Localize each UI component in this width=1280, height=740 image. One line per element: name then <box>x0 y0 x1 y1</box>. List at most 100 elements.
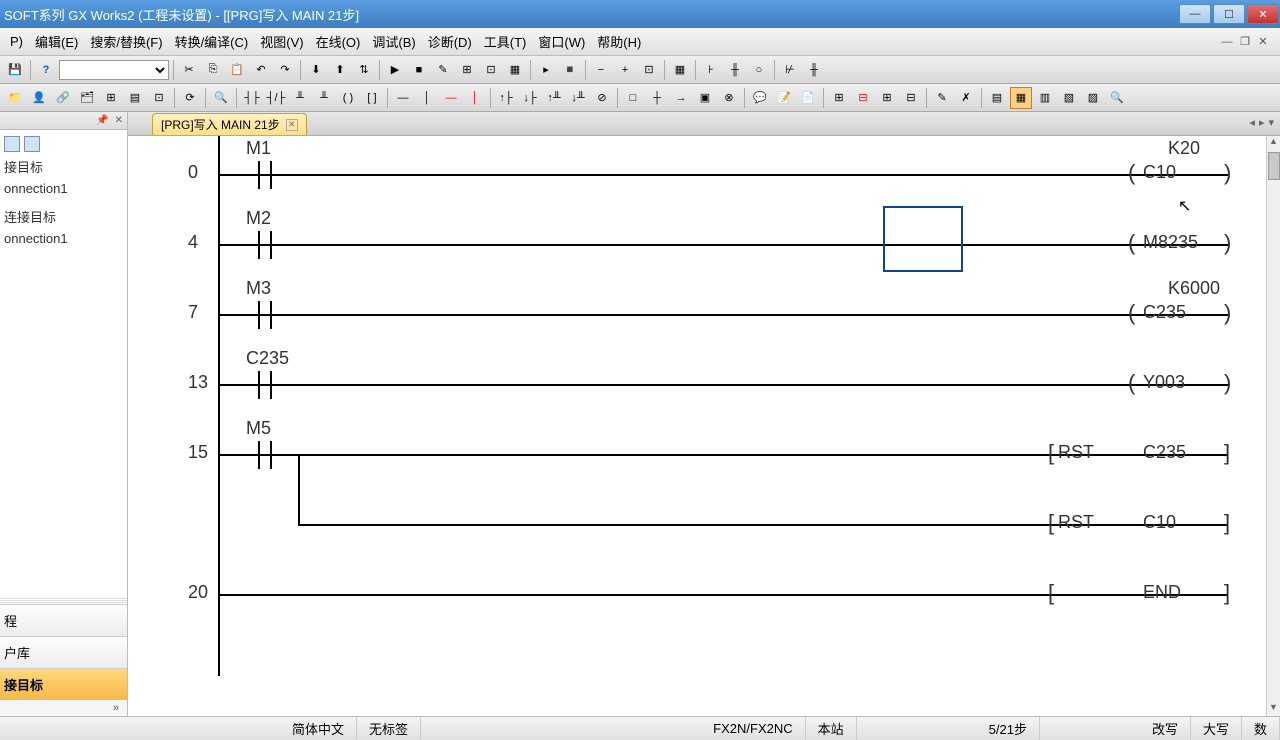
remote-run-icon[interactable]: ▸ <box>535 59 557 81</box>
device-batch-icon[interactable]: ▦ <box>504 59 526 81</box>
ladder-sf6-icon[interactable]: ╫ <box>803 59 825 81</box>
falling-or-icon[interactable]: ↓╨ <box>567 87 589 109</box>
sfc-reset-icon[interactable]: ⊗ <box>718 87 740 109</box>
tab-prg-main[interactable]: [PRG]写入 MAIN 21步 ✕ <box>152 113 307 135</box>
side-cat-connection[interactable]: 接目标 <box>0 668 127 700</box>
monitor-stop-icon[interactable]: ■ <box>408 59 430 81</box>
parameter-combo[interactable] <box>59 60 169 80</box>
menu-window[interactable]: 窗口(W) <box>532 28 591 55</box>
copy-icon[interactable]: ⎘ <box>202 59 224 81</box>
del-line-icon[interactable]: ✗ <box>955 87 977 109</box>
sfc-jump-icon[interactable]: → <box>670 87 692 109</box>
side-icon-2[interactable] <box>24 136 40 152</box>
mdi-minimize[interactable]: — <box>1220 35 1234 49</box>
inst-opcode[interactable]: RST <box>1058 442 1094 463</box>
app-inst-icon[interactable]: [ ] <box>361 87 383 109</box>
rising-or-icon[interactable]: ↑╨ <box>543 87 565 109</box>
rising-pulse-icon[interactable]: ↑├ <box>495 87 517 109</box>
vline-del-icon[interactable]: │ <box>464 87 486 109</box>
side-close-icon[interactable]: ✕ <box>115 115 123 126</box>
menu-project[interactable]: P) <box>4 30 29 53</box>
tab-list-icon[interactable]: ▾ <box>1268 116 1274 129</box>
monitor-start-icon[interactable]: ▶ <box>384 59 406 81</box>
ladder-editor[interactable]: 0M1(C10)K204M2(M8235)7M3(C235)K600013C23… <box>128 136 1280 716</box>
coil-label[interactable]: C235 <box>1143 302 1186 323</box>
hline-del-icon[interactable]: — <box>440 87 462 109</box>
contact[interactable] <box>248 370 282 400</box>
inst-operand[interactable]: END <box>1143 582 1181 603</box>
menu-compile[interactable]: 转换/编译(C) <box>169 28 255 55</box>
side-pin-icon[interactable]: 📌 <box>96 115 108 126</box>
coil-icon[interactable]: ( ) <box>337 87 359 109</box>
redo-icon[interactable]: ↷ <box>274 59 296 81</box>
nav-user-icon[interactable]: 👤 <box>28 87 50 109</box>
falling-pulse-icon[interactable]: ↓├ <box>519 87 541 109</box>
menu-find[interactable]: 搜索/替换(F) <box>84 28 168 55</box>
insert-col-icon[interactable]: ⊞ <box>876 87 898 109</box>
contact-or-icon[interactable]: ╨ <box>289 87 311 109</box>
find-icon[interactable]: 🔍 <box>210 87 232 109</box>
display-device-icon[interactable]: ▨ <box>1082 87 1104 109</box>
contact[interactable] <box>248 440 282 470</box>
save-icon[interactable]: 💾 <box>4 59 26 81</box>
ladder-f5-icon[interactable]: ⊦ <box>700 59 722 81</box>
zoom-out-icon[interactable]: − <box>590 59 612 81</box>
side-icon-1[interactable] <box>4 136 20 152</box>
nav-project-icon[interactable]: 📁 <box>4 87 26 109</box>
tab-close-icon[interactable]: ✕ <box>286 119 298 131</box>
side-cat-userlib[interactable]: 户库 <box>0 636 127 668</box>
nav-navigation-icon[interactable]: 🗂 <box>76 87 98 109</box>
statement-icon[interactable]: 📝 <box>773 87 795 109</box>
menu-diagnostics[interactable]: 诊断(D) <box>422 28 478 55</box>
convert-icon[interactable]: ⟳ <box>179 87 201 109</box>
mdi-restore[interactable]: ❐ <box>1238 35 1252 49</box>
zoom-in-icon[interactable]: + <box>614 59 636 81</box>
download-icon[interactable]: ⬇ <box>305 59 327 81</box>
display-alias-icon[interactable]: ▧ <box>1058 87 1080 109</box>
ladder-f7-icon[interactable]: ○ <box>748 59 770 81</box>
vertical-scrollbar[interactable]: ▲ ▼ <box>1266 136 1280 716</box>
comment-icon[interactable]: 💬 <box>749 87 771 109</box>
contact[interactable] <box>248 230 282 260</box>
sfc-trans-icon[interactable]: ┼ <box>646 87 668 109</box>
window-tile-icon[interactable]: ▦ <box>669 59 691 81</box>
scroll-thumb[interactable] <box>1268 152 1280 180</box>
menu-online[interactable]: 在线(O) <box>310 28 367 55</box>
branch-inst-operand[interactable]: C10 <box>1143 512 1176 533</box>
side-value-connection2[interactable]: onnection1 <box>2 229 125 254</box>
menu-view[interactable]: 视图(V) <box>254 28 309 55</box>
coil-label[interactable]: M8235 <box>1143 232 1198 253</box>
delete-row-icon[interactable]: ⊟ <box>852 87 874 109</box>
display-note-icon[interactable]: ▥ <box>1034 87 1056 109</box>
tab-prev-icon[interactable]: ◂ <box>1249 116 1255 129</box>
contact[interactable] <box>248 160 282 190</box>
menu-debug[interactable]: 调试(B) <box>366 28 421 55</box>
contact-no-icon[interactable]: ┤├ <box>241 87 263 109</box>
sfc-step-icon[interactable]: □ <box>622 87 644 109</box>
monitor-all-icon[interactable]: ⊞ <box>456 59 478 81</box>
contact-orn-icon[interactable]: ╨ <box>313 87 335 109</box>
maximize-button[interactable]: ☐ <box>1213 4 1245 24</box>
sfc-end-icon[interactable]: ▣ <box>694 87 716 109</box>
nav-output-icon[interactable]: ▤ <box>124 87 146 109</box>
paste-icon[interactable]: 📋 <box>226 59 248 81</box>
nav-xref-icon[interactable]: ⊡ <box>148 87 170 109</box>
upload-icon[interactable]: ⬆ <box>329 59 351 81</box>
minimize-button[interactable]: — <box>1179 4 1211 24</box>
monitor-write-icon[interactable]: ✎ <box>432 59 454 81</box>
display-statement-icon[interactable]: ▦ <box>1010 87 1032 109</box>
verify-icon[interactable]: ⇅ <box>353 59 375 81</box>
ladder-sf5-icon[interactable]: ⊬ <box>779 59 801 81</box>
nav-element-icon[interactable]: ⊞ <box>100 87 122 109</box>
zoom-icon[interactable]: 🔍 <box>1106 87 1128 109</box>
coil-label[interactable]: Y003 <box>1143 372 1185 393</box>
delete-col-icon[interactable]: ⊟ <box>900 87 922 109</box>
contact[interactable] <box>248 300 282 330</box>
cut-icon[interactable]: ✂ <box>178 59 200 81</box>
invert-icon[interactable]: ⊘ <box>591 87 613 109</box>
monitor-buffer-icon[interactable]: ⊡ <box>480 59 502 81</box>
mdi-close[interactable]: ✕ <box>1256 35 1270 49</box>
hline-icon[interactable]: — <box>392 87 414 109</box>
insert-row-icon[interactable]: ⊞ <box>828 87 850 109</box>
branch-inst-opcode[interactable]: RST <box>1058 512 1094 533</box>
